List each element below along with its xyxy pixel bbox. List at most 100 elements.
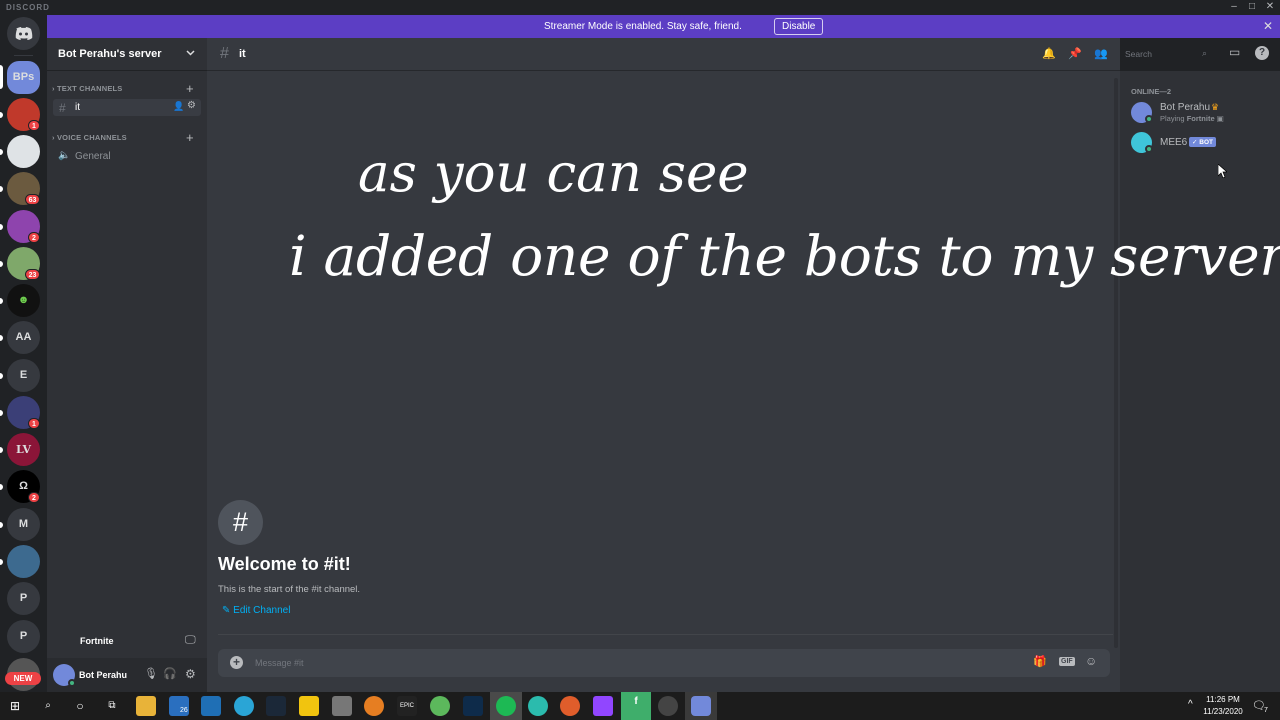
app-orange-icon[interactable]: [560, 696, 580, 716]
spotify-icon[interactable]: [490, 692, 522, 720]
user-panel: Bot Perahu 🎙 🎧 ⚙: [47, 658, 207, 692]
windows-start-icon[interactable]: ⊞: [5, 696, 25, 716]
guild-wave-icon[interactable]: [7, 545, 40, 578]
scrollbar[interactable]: [1114, 78, 1118, 648]
search-icon[interactable]: ⌕: [38, 696, 58, 716]
add-attachment-icon[interactable]: +: [230, 656, 243, 669]
app-store-icon[interactable]: [201, 696, 221, 716]
streamer-mode-banner: Streamer Mode is enabled. Stay safe, fri…: [47, 15, 1280, 38]
bell-icon[interactable]: 🔔: [1042, 47, 1056, 60]
member-mee6[interactable]: MEE6 ✓ BOT: [1126, 129, 1276, 155]
inbox-icon[interactable]: ▭: [1229, 45, 1240, 59]
close-window-icon[interactable]: ✕: [1261, 1, 1279, 13]
cortana-icon[interactable]: ○: [70, 696, 90, 716]
invite-icon[interactable]: 👤: [173, 101, 184, 112]
channel-general[interactable]: 🔈 General: [53, 148, 201, 165]
app-teal-icon[interactable]: [528, 696, 548, 716]
guild-alien-icon[interactable]: ☻: [7, 284, 40, 317]
crown-icon: ♛: [1211, 102, 1220, 112]
channel-it-label: it: [75, 102, 80, 113]
app-icon[interactable]: [332, 696, 352, 716]
voice-category[interactable]: › VOICE CHANNELS: [52, 133, 127, 142]
banner-close-icon[interactable]: ✕: [1263, 19, 1273, 33]
divider: [218, 634, 1113, 635]
guild-aa[interactable]: AA: [7, 321, 40, 354]
guild-bps[interactable]: BPs: [7, 61, 40, 94]
clock-time[interactable]: 11:26 PM: [1203, 695, 1243, 704]
tray-chevron-icon[interactable]: ^: [1188, 699, 1193, 710]
user-name: Bot Perahu: [79, 670, 128, 680]
task-view-icon[interactable]: ⧉: [102, 696, 122, 716]
epic-games-icon[interactable]: EPIC: [397, 696, 417, 716]
guild-p1[interactable]: P: [7, 582, 40, 615]
member-bot-perahu[interactable]: Bot Perahu ♛ Playing Fortnite ▣: [1126, 99, 1276, 125]
utorrent-icon[interactable]: [430, 696, 450, 716]
guild-badge: 2: [28, 492, 40, 503]
channel-it[interactable]: # it 👤 ⚙: [53, 99, 201, 116]
guild-badge: 1: [28, 120, 40, 131]
guild-m[interactable]: M: [7, 508, 40, 541]
photoshop-icon[interactable]: [463, 696, 483, 716]
guild-p2[interactable]: P: [7, 620, 40, 653]
maximize-icon[interactable]: □: [1243, 1, 1261, 13]
text-category[interactable]: › TEXT CHANNELS: [52, 84, 123, 93]
member-name: Bot Perahu: [1160, 102, 1211, 113]
fiverr-icon[interactable]: f: [621, 692, 651, 720]
message-input[interactable]: Message #it: [255, 658, 304, 668]
stream-icon[interactable]: 🖵: [185, 634, 196, 647]
server-header[interactable]: Bot Perahu's server: [47, 38, 207, 71]
guild-badge: 63: [25, 194, 40, 205]
unread-pill: [0, 261, 3, 267]
guild-lv-icon[interactable]: LV: [7, 433, 40, 466]
microphone-icon[interactable]: 🎙: [144, 667, 158, 680]
alien-icon: ☻: [17, 294, 30, 306]
unread-pill: [0, 112, 3, 118]
disable-button[interactable]: Disable: [774, 18, 824, 35]
notification-count: 7: [1264, 707, 1268, 714]
add-voice-channel-icon[interactable]: +: [186, 131, 194, 144]
twitch-icon[interactable]: [593, 696, 613, 716]
edit-channel-link[interactable]: ✎ Edit Channel: [222, 605, 290, 616]
text-category-label: TEXT CHANNELS: [56, 84, 123, 93]
server-name: Bot Perahu's server: [58, 48, 162, 60]
guild-circle-logo-icon[interactable]: [7, 135, 40, 168]
edge-icon[interactable]: [234, 696, 254, 716]
gif-button[interactable]: GIF: [1059, 657, 1075, 666]
home-discord-icon[interactable]: [7, 17, 40, 50]
cursor-icon: [1218, 164, 1227, 178]
unread-pill: [0, 484, 3, 490]
welcome-subtitle: This is the start of the #it channel.: [218, 584, 361, 595]
discord-taskbar-icon[interactable]: [685, 692, 717, 720]
emoji-icon[interactable]: ☺: [1085, 654, 1097, 668]
guild-e[interactable]: E: [7, 359, 40, 392]
channel-hash-badge: #: [218, 500, 263, 545]
unread-pill: [0, 335, 3, 341]
search-placeholder: Search: [1125, 49, 1152, 59]
obs-icon[interactable]: [658, 696, 678, 716]
file-explorer-icon[interactable]: [136, 696, 156, 716]
message-composer[interactable]: + Message #it 🎁 GIF ☺: [218, 649, 1110, 677]
chat-area: # it 🔔 📌 👥 # Welcome to #it! This is the…: [207, 38, 1120, 692]
member-name: MEE6: [1160, 137, 1188, 148]
pin-icon[interactable]: 📌: [1068, 47, 1082, 60]
origin-icon[interactable]: [364, 696, 384, 716]
help-icon[interactable]: ?: [1255, 46, 1269, 60]
gear-icon[interactable]: ⚙: [187, 100, 196, 111]
guild-badge: 1: [28, 418, 40, 429]
minimize-icon[interactable]: –: [1225, 1, 1243, 13]
steam-icon[interactable]: [266, 696, 286, 716]
clock-date[interactable]: 11/23/2020: [1201, 707, 1245, 716]
sticky-notes-icon[interactable]: [299, 696, 319, 716]
settings-gear-icon[interactable]: ⚙: [185, 667, 196, 681]
unread-pill: [0, 224, 3, 230]
headphones-icon[interactable]: 🎧: [163, 667, 177, 680]
speaker-icon: 🔈: [58, 150, 71, 161]
add-text-channel-icon[interactable]: +: [186, 82, 194, 95]
overlay-caption-line2: i added one of the bots to my server: [289, 224, 1280, 288]
voice-category-label: VOICE CHANNELS: [56, 133, 127, 142]
gift-icon[interactable]: 🎁: [1033, 655, 1047, 668]
search-input[interactable]: Search ⌕: [1120, 45, 1216, 62]
members-icon[interactable]: 👥: [1094, 47, 1108, 60]
channel-title: it: [239, 48, 246, 60]
status-game: Fortnite: [1186, 114, 1215, 123]
